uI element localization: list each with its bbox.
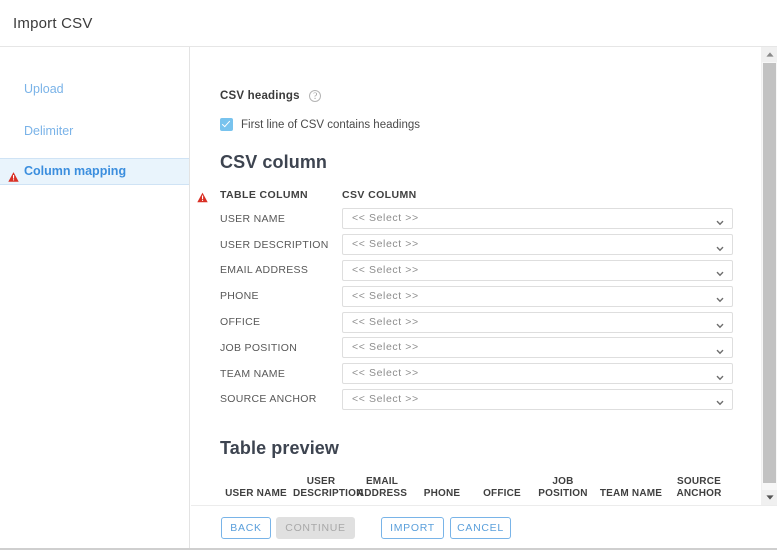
mapping-row-office: OFFICE << Select >> <box>220 309 756 335</box>
csv-column-select-source-anchor[interactable]: << Select >> <box>342 389 733 410</box>
csv-column-heading: CSV column <box>220 152 756 173</box>
mapping-row-source-anchor: SOURCE ANCHOR << Select >> <box>220 387 756 413</box>
csv-column-header: CSV COLUMN <box>342 189 417 201</box>
table-column-label: EMAIL ADDRESS <box>220 264 342 276</box>
sidebar-item-upload[interactable]: Upload <box>0 74 189 104</box>
table-column-label: TEAM NAME <box>220 368 342 380</box>
scroll-down-button[interactable] <box>762 490 777 505</box>
chevron-down-icon <box>716 266 724 274</box>
wizard-sidebar: Upload Delimiter Column mapping <box>0 47 190 550</box>
sidebar-item-label: Column mapping <box>24 164 126 178</box>
table-preview: USER NAME USER DESCRIPTION EMAIL ADDRESS… <box>220 476 756 505</box>
chevron-down-icon <box>716 395 724 403</box>
first-line-headings-row[interactable]: First line of CSV contains headings <box>220 118 756 131</box>
table-column-label: OFFICE <box>220 316 342 328</box>
table-column-label: SOURCE ANCHOR <box>220 393 342 405</box>
chevron-down-icon <box>716 369 724 377</box>
preview-column-header: PHONE <box>412 488 472 500</box>
preview-column-header: OFFICE <box>472 488 532 500</box>
preview-column-header: JOB POSITION <box>532 476 594 500</box>
mapping-row-user-description: USER DESCRIPTION << Select >> <box>220 232 756 258</box>
select-value: << Select >> <box>352 316 419 328</box>
csv-column-select-email-address[interactable]: << Select >> <box>342 260 733 281</box>
mapping-row-phone: PHONE << Select >> <box>220 283 756 309</box>
warning-triangle-icon <box>197 190 208 201</box>
csv-headings-label: CSV headings <box>220 90 300 102</box>
table-preview-heading: Table preview <box>220 438 756 459</box>
csv-headings-section: CSV headings ? First line of CSV contain… <box>220 87 756 131</box>
csv-column-select-phone[interactable]: << Select >> <box>342 286 733 307</box>
preview-column-header: USER DESCRIPTION <box>290 476 352 500</box>
cancel-button[interactable]: CANCEL <box>450 517 511 539</box>
csv-column-select-user-name[interactable]: << Select >> <box>342 208 733 229</box>
scrollbar-thumb[interactable] <box>763 63 776 483</box>
table-column-label: JOB POSITION <box>220 342 342 354</box>
column-mapping-header-row: TABLE COLUMN CSV COLUMN <box>220 188 756 206</box>
preview-column-header: USER NAME <box>222 488 290 500</box>
back-button[interactable]: BACK <box>221 517 271 539</box>
dialog-header: Import CSV <box>0 0 777 47</box>
vertical-scrollbar[interactable] <box>761 47 777 505</box>
preview-column-header: TEAM NAME <box>594 488 668 500</box>
warning-triangle-icon <box>8 166 19 177</box>
import-csv-dialog: Import CSV Upload Delimiter Column mappi… <box>0 0 777 550</box>
chevron-down-icon <box>716 343 724 351</box>
table-column-label: USER DESCRIPTION <box>220 239 342 251</box>
sidebar-item-label: Upload <box>24 82 64 96</box>
table-column-header: TABLE COLUMN <box>220 189 308 201</box>
page-title: Import CSV <box>13 15 93 32</box>
chevron-down-icon <box>716 240 724 248</box>
select-value: << Select >> <box>352 341 419 353</box>
select-value: << Select >> <box>352 212 419 224</box>
csv-column-select-job-position[interactable]: << Select >> <box>342 337 733 358</box>
csv-column-select-user-description[interactable]: << Select >> <box>342 234 733 255</box>
table-preview-header-row: USER NAME USER DESCRIPTION EMAIL ADDRESS… <box>220 476 756 500</box>
sidebar-step-list: Upload Delimiter Column mapping <box>0 47 189 185</box>
csv-column-select-office[interactable]: << Select >> <box>342 312 733 333</box>
preview-column-header: SOURCE ANCHOR <box>668 476 730 500</box>
sidebar-item-delimiter[interactable]: Delimiter <box>0 116 189 146</box>
first-line-headings-label: First line of CSV contains headings <box>241 119 420 131</box>
select-value: << Select >> <box>352 367 419 379</box>
select-value: << Select >> <box>352 393 419 405</box>
main-panel: CSV headings ? First line of CSV contain… <box>191 47 777 550</box>
scroll-up-button[interactable] <box>762 47 777 62</box>
table-column-label: PHONE <box>220 290 342 302</box>
column-mapping-table: TABLE COLUMN CSV COLUMN USER NAME << Sel… <box>220 188 756 412</box>
chevron-down-icon <box>716 318 724 326</box>
select-value: << Select >> <box>352 238 419 250</box>
chevron-down-icon <box>716 292 724 300</box>
dialog-footer: BACK CONTINUE IMPORT CANCEL <box>191 505 777 550</box>
sidebar-item-label: Delimiter <box>24 124 73 138</box>
chevron-down-icon <box>716 214 724 222</box>
csv-column-select-team-name[interactable]: << Select >> <box>342 363 733 384</box>
import-button[interactable]: IMPORT <box>381 517 444 539</box>
table-column-label: USER NAME <box>220 213 342 225</box>
first-line-headings-checkbox[interactable] <box>220 118 233 131</box>
mapping-row-team-name: TEAM NAME << Select >> <box>220 361 756 387</box>
mapping-row-user-name: USER NAME << Select >> <box>220 206 756 232</box>
preview-column-header: EMAIL ADDRESS <box>352 476 412 500</box>
scroll-content: CSV headings ? First line of CSV contain… <box>191 47 756 505</box>
mapping-row-job-position: JOB POSITION << Select >> <box>220 335 756 361</box>
select-value: << Select >> <box>352 290 419 302</box>
help-circle-icon[interactable]: ? <box>309 90 321 102</box>
select-value: << Select >> <box>352 264 419 276</box>
sidebar-item-column-mapping[interactable]: Column mapping <box>0 158 189 185</box>
continue-button: CONTINUE <box>276 517 355 539</box>
mapping-row-email-address: EMAIL ADDRESS << Select >> <box>220 258 756 284</box>
